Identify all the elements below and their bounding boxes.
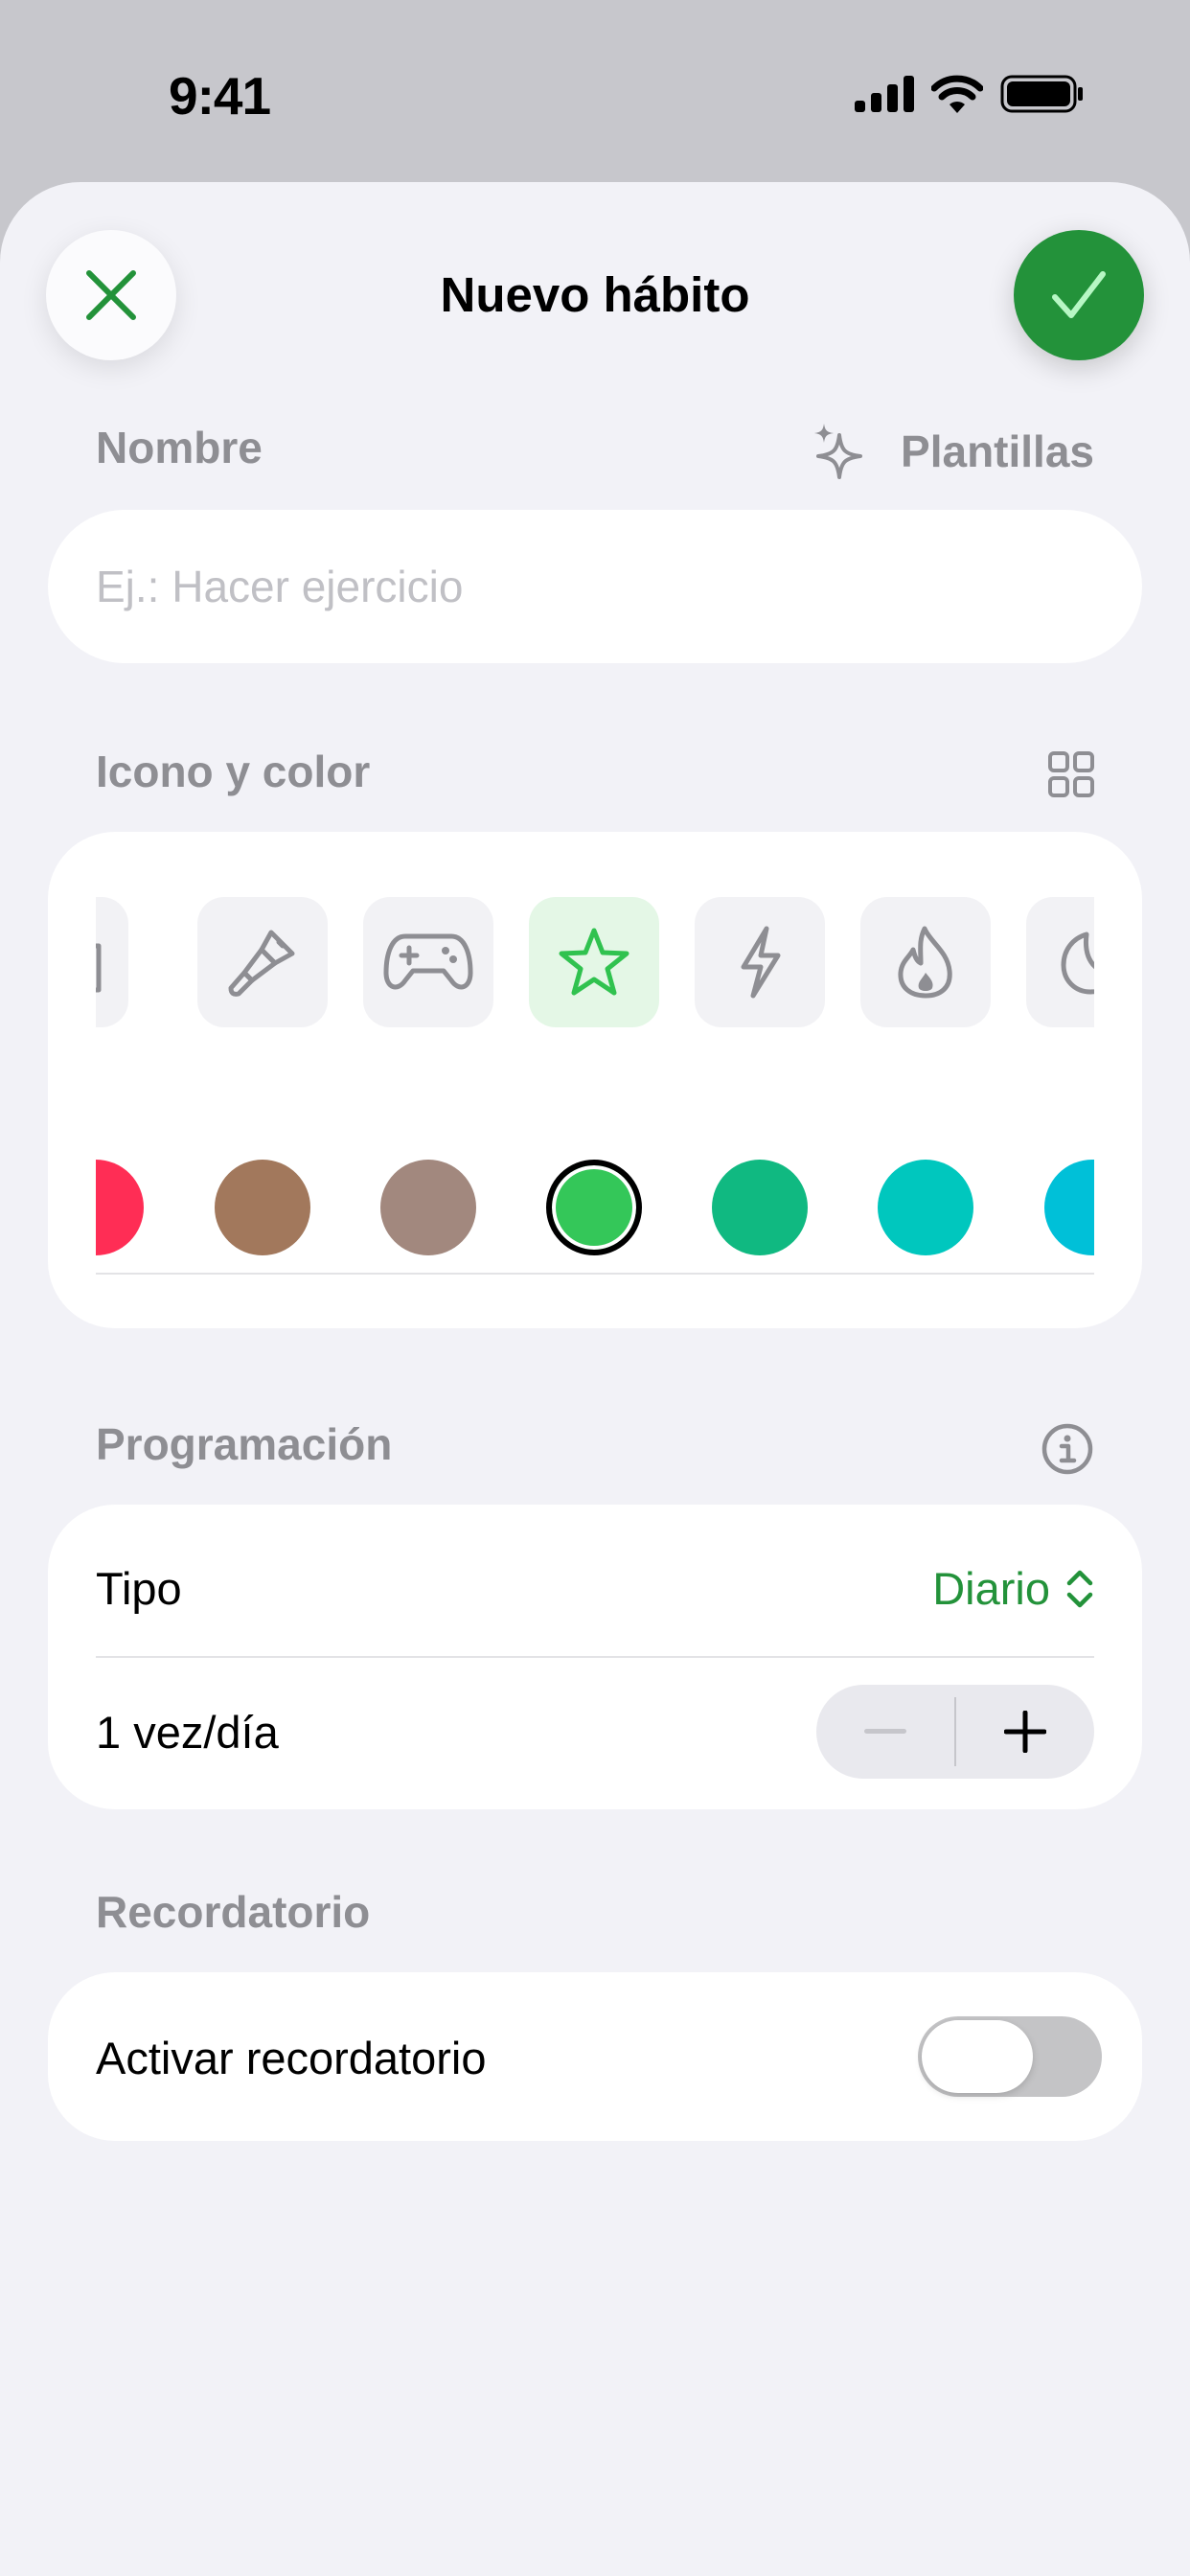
templates-button[interactable]: Plantillas (812, 422, 1094, 481)
cellular-signal-icon (855, 76, 914, 112)
star-icon (559, 928, 629, 996)
name-section-label: Nombre (96, 423, 263, 472)
color-swatch-pink[interactable] (96, 1160, 144, 1255)
done-button[interactable] (1014, 230, 1144, 360)
reminder-toggle[interactable] (918, 2016, 1102, 2097)
paintbrush-icon (228, 930, 295, 997)
camera-icon (96, 943, 102, 993)
flame-icon (898, 926, 952, 999)
minus-icon (864, 1729, 906, 1734)
info-button[interactable] (1041, 1422, 1094, 1476)
type-picker[interactable]: Diario (932, 1562, 1094, 1615)
new-habit-sheet: Nuevo hábito Nombre Plantillas Icono y c… (0, 182, 1190, 2576)
bolt-icon (741, 926, 781, 999)
icon-color-divider (96, 1273, 1094, 1275)
icon-tile-gamecontroller[interactable] (363, 897, 493, 1027)
color-swatch-brown[interactable] (215, 1160, 310, 1255)
decrement-button[interactable] (816, 1685, 954, 1779)
status-time: 9:41 (169, 66, 271, 126)
templates-label: Plantillas (901, 426, 1094, 476)
color-swatch-cyan[interactable] (1044, 1160, 1094, 1255)
info-icon (1041, 1423, 1093, 1475)
icon-tile-moon[interactable] (1026, 897, 1094, 1027)
schedule-section-label: Programación (96, 1419, 393, 1469)
grid-icon (1048, 751, 1094, 797)
icon-tile-paintbrush[interactable] (197, 897, 328, 1027)
icon-color-card (48, 832, 1142, 1328)
status-bar: 9:41 (0, 0, 1190, 182)
schedule-divider (96, 1656, 1094, 1658)
icon-tile-bolt[interactable] (695, 897, 825, 1027)
icon-color-section-label: Icono y color (96, 747, 371, 796)
icon-picker-row[interactable] (96, 897, 1094, 1027)
habit-name-input[interactable] (48, 510, 1142, 663)
plus-icon (1004, 1711, 1046, 1753)
type-label: Tipo (96, 1563, 182, 1614)
increment-button[interactable] (956, 1685, 1094, 1779)
gamecontroller-icon (383, 933, 473, 990)
wifi-icon (931, 75, 983, 113)
toggle-knob (922, 2020, 1033, 2093)
icon-tile-flame[interactable] (860, 897, 991, 1027)
grid-button[interactable] (1048, 751, 1094, 797)
icon-tile-camera[interactable] (96, 897, 128, 1027)
color-swatch-taupe[interactable] (380, 1160, 476, 1255)
checkmark-icon (1052, 271, 1106, 318)
reminder-toggle-label: Activar recordatorio (96, 2033, 487, 2083)
sparkles-icon (814, 424, 863, 479)
color-swatch-green[interactable] (546, 1160, 642, 1255)
moon-icon (1061, 932, 1094, 995)
type-value: Diario (932, 1563, 1050, 1614)
chevron-up-down-icon (1066, 1570, 1093, 1607)
frequency-stepper[interactable] (816, 1685, 1094, 1779)
battery-icon (1000, 75, 1083, 113)
color-swatch-teal[interactable] (878, 1160, 973, 1255)
schedule-card: Tipo Diario 1 vez/día (48, 1505, 1142, 1809)
color-picker-row[interactable] (96, 1158, 1094, 1257)
status-icons (855, 75, 1085, 113)
color-swatch-emerald[interactable] (712, 1160, 808, 1255)
icon-tile-star[interactable] (529, 897, 659, 1027)
frequency-label: 1 vez/día (96, 1707, 279, 1758)
sheet-title: Nuevo hábito (440, 267, 750, 322)
reminder-card: Activar recordatorio (48, 1972, 1142, 2141)
reminder-section-label: Recordatorio (96, 1887, 371, 1937)
